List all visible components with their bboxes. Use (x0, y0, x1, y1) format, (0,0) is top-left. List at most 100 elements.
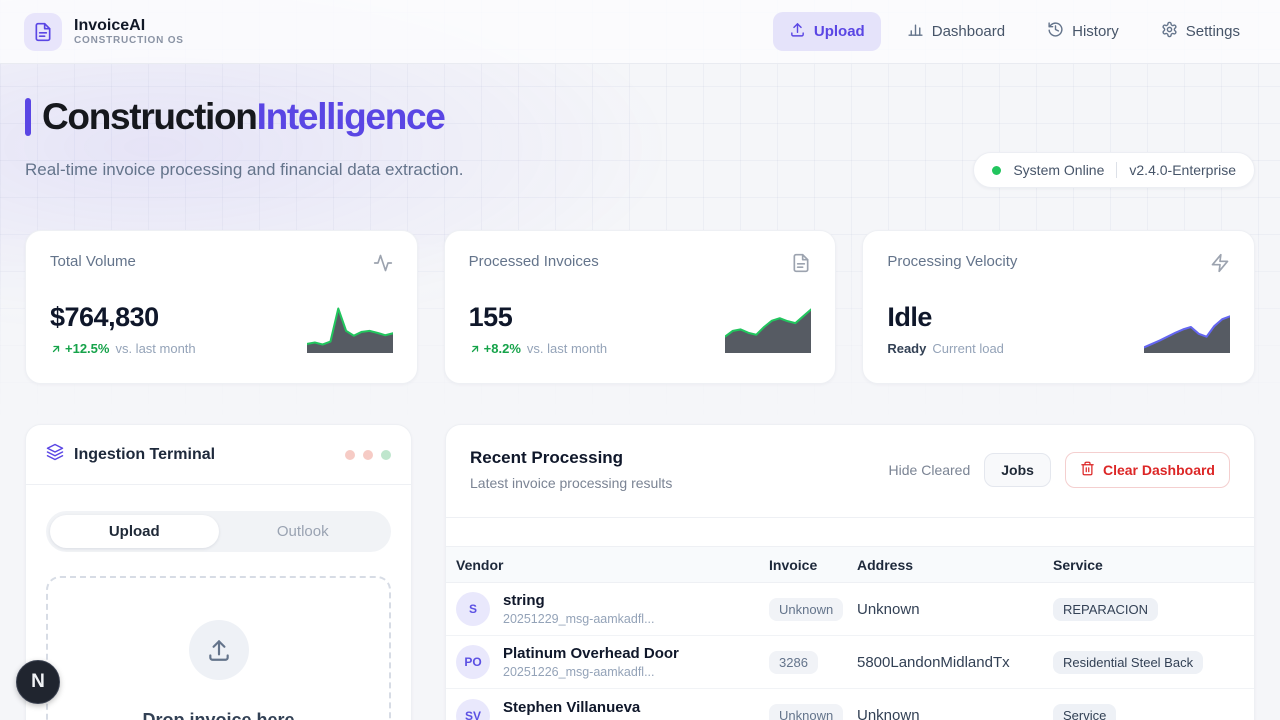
service-cell: REPARACION (1053, 598, 1254, 621)
delta-note: vs. last month (115, 341, 195, 356)
stat-card-processing-velocity: Processing Velocity Idle Ready Current l… (862, 230, 1255, 384)
nav-item-upload[interactable]: Upload (773, 12, 881, 51)
stat-card-processed-invoices: Processed Invoices 155 +8.2% vs. last mo… (444, 230, 837, 384)
invoice-dropzone[interactable]: Drop invoice here or click to browse sys… (46, 576, 391, 720)
service-badge: REPARACION (1053, 598, 1158, 621)
stat-card-total-volume: Total Volume $764,830 +12.5% vs. last mo… (25, 230, 418, 384)
service-cell: Service (1053, 704, 1254, 720)
activity-icon (373, 253, 393, 278)
vendor-text: string 20251229_msg-aamkadfl... (503, 592, 654, 626)
stat-cards-row: Total Volume $764,830 +12.5% vs. last mo… (25, 230, 1255, 384)
nav-label: Dashboard (932, 23, 1005, 40)
brand: InvoiceAI CONSTRUCTION OS (24, 13, 184, 51)
avatar: S (456, 592, 490, 626)
column-header-address: Address (857, 557, 1053, 573)
app-subtitle: CONSTRUCTION OS (74, 35, 184, 46)
sparkline-chart (725, 301, 811, 353)
brand-text: InvoiceAI CONSTRUCTION OS (74, 17, 184, 46)
service-cell: Residential Steel Back (1053, 651, 1254, 674)
address-cell: Unknown (857, 707, 1053, 720)
stat-label: Processing Velocity (887, 253, 1017, 270)
stat-label: Total Volume (50, 253, 136, 270)
address-cell: 5800LandonMidlandTx (857, 654, 1053, 671)
nav-items: Upload Dashboard History Settings (773, 12, 1256, 51)
service-badge: Service (1053, 704, 1116, 720)
invoice-cell: Unknown (769, 598, 857, 621)
processing-table: Vendor Invoice Address Service Sstring 20… (446, 518, 1254, 720)
nextjs-dev-badge[interactable]: N (16, 660, 60, 704)
velocity-state: Ready (887, 341, 926, 356)
vendor-cell: SV Stephen Villanueva20251225_msg-aamkadf… (456, 699, 769, 720)
table-row[interactable]: Sstring 20251229_msg-aamkadfl... Unknown Un… (446, 583, 1254, 636)
app-title: InvoiceAI (74, 17, 184, 35)
invoice-document-icon (24, 13, 62, 51)
terminal-title: Ingestion Terminal (74, 446, 215, 464)
title-dark: Construction (42, 96, 257, 137)
jobs-button[interactable]: Jobs (984, 453, 1051, 487)
vendor-name: Stephen Villanueva (503, 699, 654, 717)
processing-subtitle: Latest invoice processing results (470, 475, 672, 491)
hide-cleared-label: Hide Cleared (889, 462, 971, 478)
vendor-filename: 20251226_msg-aamkadfl... (503, 665, 679, 679)
page-subtitle: Real-time invoice processing and financi… (25, 160, 463, 180)
tab-outlook[interactable]: Outlook (219, 515, 388, 548)
nav-item-history[interactable]: History (1031, 12, 1135, 51)
column-header-vendor: Vendor (456, 557, 769, 573)
table-row[interactable]: PO Platinum Overhead Door 20251226_msg-aam… (446, 636, 1254, 689)
arrow-up-right-icon (50, 343, 62, 355)
upload-icon (789, 21, 806, 42)
arrow-up-right-icon (469, 343, 481, 355)
ingestion-terminal-panel: Ingestion Terminal Upload Outlook Drop i… (25, 424, 412, 720)
window-dots (345, 450, 391, 460)
tab-upload[interactable]: Upload (50, 515, 219, 548)
nav-item-dashboard[interactable]: Dashboard (891, 12, 1021, 51)
bar-chart-icon (907, 21, 924, 42)
vendor-text: Stephen Villanueva20251225_msg-aamkadfl.… (503, 699, 654, 720)
system-status-badge: System Online v2.4.0-Enterprise (973, 152, 1255, 188)
title-accent: Intelligence (257, 96, 445, 137)
trend-up-indicator: +8.2% (469, 341, 521, 356)
window-dot-icon (381, 450, 391, 460)
invoice-badge: Unknown (769, 598, 843, 621)
velocity-note: Current load (932, 341, 1004, 356)
window-dot-icon (363, 450, 373, 460)
trash-icon (1080, 461, 1095, 479)
address-cell: Unknown (857, 601, 1053, 618)
stat-label: Processed Invoices (469, 253, 599, 270)
bottom-panels: Ingestion Terminal Upload Outlook Drop i… (25, 424, 1255, 720)
avatar: SV (456, 699, 490, 720)
column-header-invoice: Invoice (769, 557, 857, 573)
history-icon (1047, 21, 1064, 42)
vendor-cell: PO Platinum Overhead Door 20251226_msg-aam… (456, 645, 769, 679)
top-navigation-bar: InvoiceAI CONSTRUCTION OS Upload Dashboa… (0, 0, 1280, 64)
zap-icon (1210, 253, 1230, 278)
layers-icon (46, 443, 64, 466)
recent-processing-panel: Recent Processing Latest invoice process… (445, 424, 1255, 720)
avatar: PO (456, 645, 490, 679)
service-badge: Residential Steel Back (1053, 651, 1203, 674)
delta-note: vs. last month (527, 341, 607, 356)
file-icon (791, 253, 811, 278)
sparkline-chart (307, 301, 393, 353)
window-dot-icon (345, 450, 355, 460)
status-dot-icon (992, 166, 1001, 175)
gear-icon (1161, 21, 1178, 42)
version-label: v2.4.0-Enterprise (1129, 162, 1236, 178)
clear-dashboard-button[interactable]: Clear Dashboard (1065, 452, 1230, 488)
nav-label: Settings (1186, 23, 1240, 40)
table-row[interactable]: SV Stephen Villanueva20251225_msg-aamkadf… (446, 689, 1254, 720)
upload-tray-icon (189, 620, 249, 680)
table-body: Sstring 20251229_msg-aamkadfl... Unknown Un… (446, 583, 1254, 720)
status-label: System Online (1013, 162, 1104, 178)
vendor-name: string (503, 592, 654, 610)
invoice-badge: Unknown (769, 704, 843, 720)
invoice-badge: 3286 (769, 651, 818, 674)
nav-item-settings[interactable]: Settings (1145, 12, 1256, 51)
trend-up-indicator: +12.5% (50, 341, 109, 356)
vendor-name: Platinum Overhead Door (503, 645, 679, 663)
vendor-filename: 20251229_msg-aamkadfl... (503, 612, 654, 626)
page-title: ConstructionIntelligence (25, 96, 1255, 138)
nav-label: Upload (814, 23, 865, 40)
processing-title: Recent Processing (470, 448, 672, 468)
title-accent-bar (25, 98, 31, 136)
